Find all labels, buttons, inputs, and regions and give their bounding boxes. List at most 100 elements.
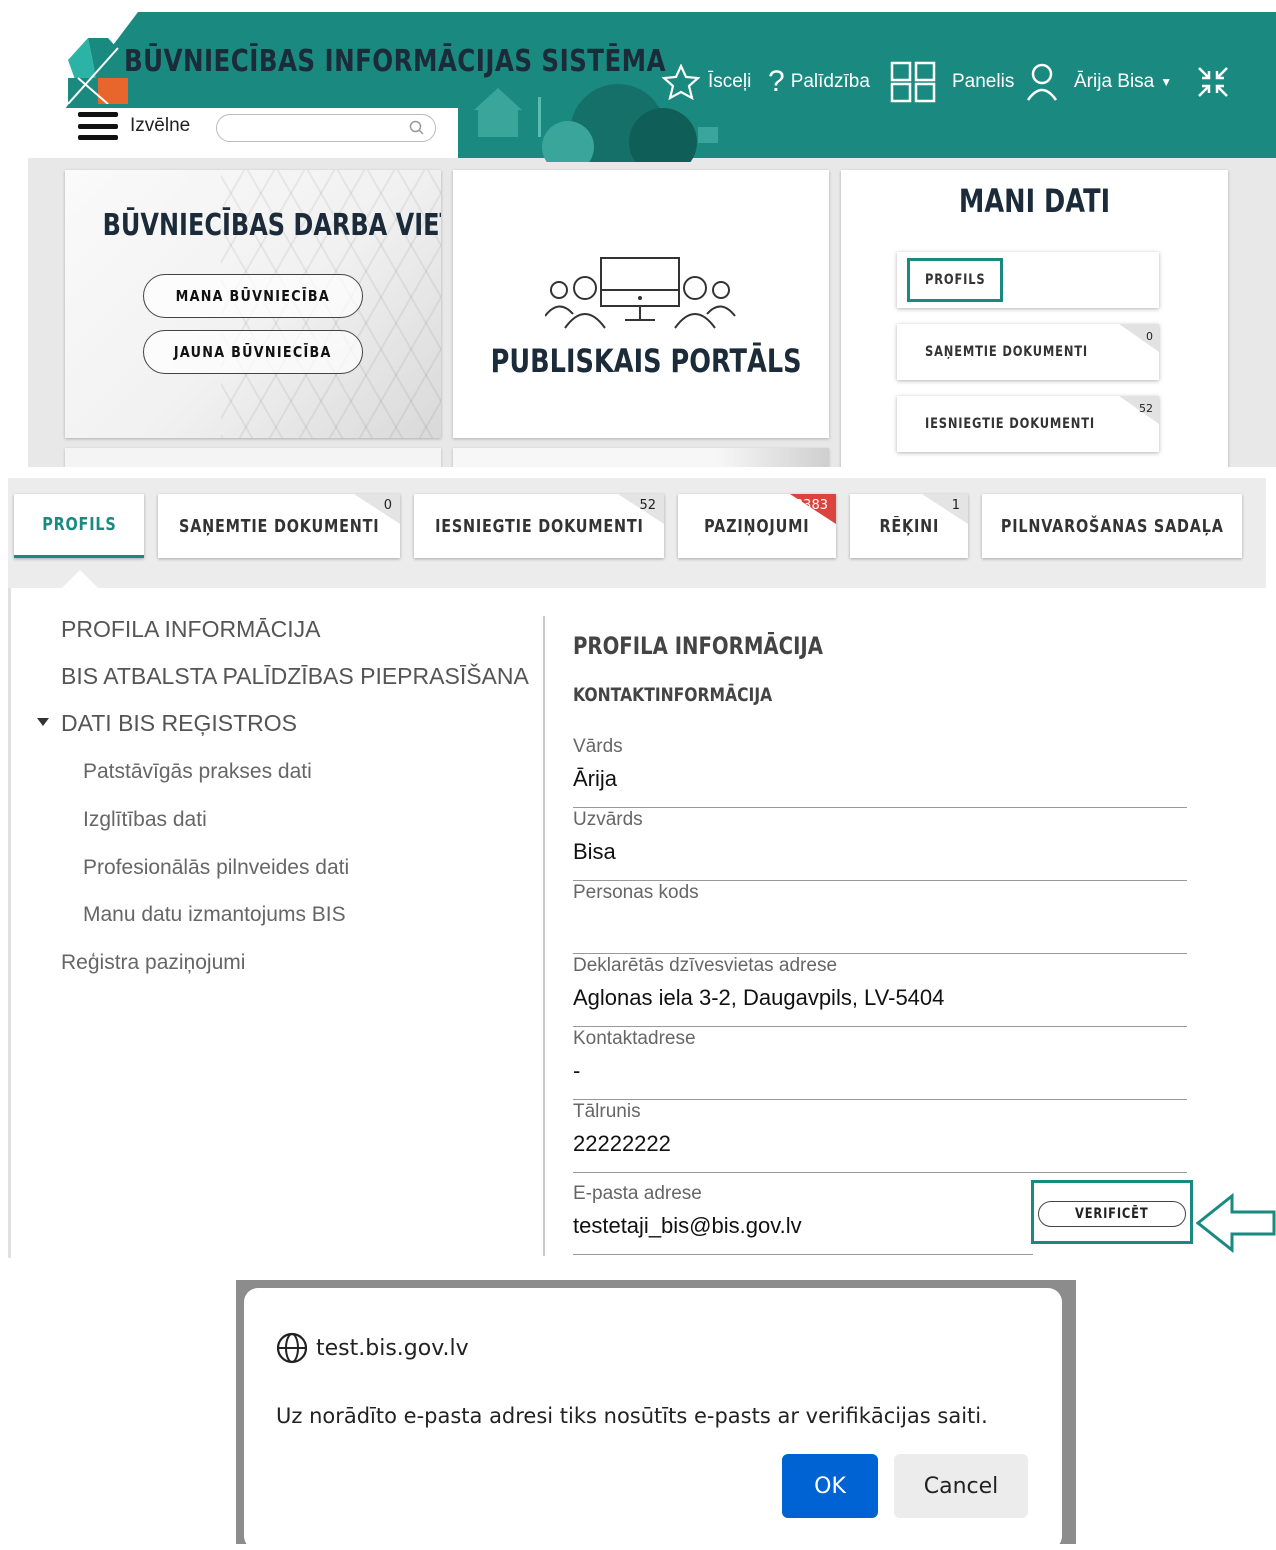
tabs-bar: PROFILS 0 SAŅEMTIE DOKUMENTI 52 IESNIEGT… xyxy=(8,478,1266,588)
verify-label: VERIFICĒT xyxy=(1075,1206,1149,1222)
tab-count: 52 xyxy=(639,498,656,513)
pointer-arrow-icon xyxy=(1196,1192,1276,1254)
menu-label: Izvēlne xyxy=(130,115,191,136)
construction-workplace-card: BŪVNIECĪBAS DARBA VIETA MANA BŪVNIECĪBA … xyxy=(65,170,441,438)
nav-bis-registers-data[interactable]: DATI BIS REĢISTROS xyxy=(37,710,297,737)
collapse-button[interactable] xyxy=(1196,64,1238,100)
last-name-field[interactable]: Uzvārds Bisa xyxy=(573,809,1187,881)
tab-submitted-documents[interactable]: 52 IESNIEGTIE DOKUMENTI xyxy=(414,494,664,558)
my-data-submitted-docs-link[interactable]: 52 IESNIEGTIE DOKUMENTI xyxy=(897,396,1159,452)
nav-label: DATI BIS REĢISTROS xyxy=(61,710,297,736)
field-value: Ārija xyxy=(573,766,618,791)
received-docs-label: SAŅEMTIE DOKUMENTI xyxy=(925,344,1089,360)
ok-button[interactable]: OK xyxy=(782,1454,878,1518)
menu-button[interactable]: Izvēlne xyxy=(78,112,190,140)
new-construction-button[interactable]: JAUNA BŪVNIECĪBA xyxy=(143,330,363,374)
tab-label: RĒĶINI xyxy=(879,515,939,537)
field-value: Bisa xyxy=(573,839,616,864)
public-portal-icon xyxy=(545,257,736,329)
dialog-origin-text: test.bis.gov.lv xyxy=(316,1335,469,1361)
star-icon xyxy=(662,64,700,100)
field-value: testetaji_bis@bis.gov.lv xyxy=(573,1213,802,1238)
tab-notifications[interactable]: 3383 PAZIŅOJUMI xyxy=(678,494,836,558)
submitted-docs-label: IESNIEGTIE DOKUMENTI xyxy=(925,416,1095,432)
user-menu[interactable]: Ārija Bisa ▼ xyxy=(1026,63,1173,101)
new-construction-label: JAUNA BŪVNIECĪBA xyxy=(174,343,332,361)
my-data-title: MANI DATI xyxy=(958,182,1111,220)
chevron-down-icon: ▼ xyxy=(1160,75,1173,89)
public-portal-card[interactable]: PUBLISKAIS PORTĀLS xyxy=(453,170,829,438)
help-link[interactable]: ? Palīdzība xyxy=(768,64,870,100)
email-field[interactable]: E-pasta adrese testetaji_bis@bis.gov.lv xyxy=(573,1183,1033,1255)
personal-code-field[interactable]: Personas kods xyxy=(573,882,1187,954)
my-construction-button[interactable]: MANA BŪVNIECĪBA xyxy=(143,274,363,318)
field-label: Personas kods xyxy=(573,882,699,903)
partial-card xyxy=(65,448,441,467)
partial-card xyxy=(453,448,829,467)
declared-address-field[interactable]: Deklarētās dzīvesvietas adrese Aglonas i… xyxy=(573,955,1187,1027)
site-title[interactable]: BŪVNIECĪBAS INFORMĀCIJAS SISTĒMA xyxy=(124,44,666,79)
dialog-backdrop: test.bis.gov.lv Uz norādīto e-pasta adre… xyxy=(236,1280,1076,1550)
tab-label: PILNVAROŠANAS SADAĻA xyxy=(1000,515,1224,537)
tab-received-documents[interactable]: 0 SAŅEMTIE DOKUMENTI xyxy=(158,494,400,558)
tab-count: 3383 xyxy=(794,498,828,513)
first-name-field[interactable]: Vārds Ārija xyxy=(573,736,1187,808)
received-count: 0 xyxy=(1146,330,1153,343)
shortcuts-label: Īsceļi xyxy=(708,71,752,92)
site-header: BŪVNIECĪBAS INFORMĀCIJAS SISTĒMA Īsceļi … xyxy=(28,12,1276,162)
workplace-title: BŪVNIECĪBAS DARBA VIETA xyxy=(102,208,441,243)
nav-professional-development[interactable]: Profesionālās pilnveides dati xyxy=(83,856,349,880)
field-label: Kontaktadrese xyxy=(573,1028,696,1049)
panel-link[interactable]: Panelis xyxy=(890,61,1015,103)
nav-bis-support-request[interactable]: BIS ATBALSTA PALĪDZĪBAS PIEPRASĪŠANA xyxy=(61,663,529,690)
nav-registry-notices[interactable]: Reģistra paziņojumi xyxy=(61,951,245,975)
portal-title: PUBLISKAIS PORTĀLS xyxy=(490,342,802,380)
my-data-profile-link[interactable]: PROFILS xyxy=(897,252,1159,308)
search-input[interactable] xyxy=(216,114,436,142)
nav-education-data[interactable]: Izglītības dati xyxy=(83,808,207,832)
nav-profile-info[interactable]: PROFILA INFORMĀCIJA xyxy=(61,616,320,643)
field-label: Vārds xyxy=(573,736,623,757)
vertical-divider xyxy=(543,616,545,1256)
my-construction-label: MANA BŪVNIECĪBA xyxy=(175,287,331,305)
my-data-card: MANI DATI PROFILS 0 SAŅEMTIE DOKUMENTI 5… xyxy=(841,170,1228,467)
dialog-origin: test.bis.gov.lv xyxy=(276,1332,469,1364)
bis-logo-icon xyxy=(68,38,128,104)
field-value: - xyxy=(573,1058,581,1083)
contact-address-field[interactable]: Kontaktadrese - xyxy=(573,1028,1187,1100)
field-label: E-pasta adrese xyxy=(573,1183,702,1204)
tab-label: IESNIEGTIE DOKUMENTI xyxy=(434,515,644,537)
shortcuts-link[interactable]: Īsceļi xyxy=(662,64,751,100)
nav-data-usage[interactable]: Manu datu izmantojums BIS xyxy=(83,903,346,927)
tab-invoices[interactable]: 1 RĒĶINI xyxy=(850,494,968,558)
tab-label: SAŅEMTIE DOKUMENTI xyxy=(178,515,380,537)
field-label: Deklarētās dzīvesvietas adrese xyxy=(573,955,838,976)
verify-button[interactable]: VERIFICĒT xyxy=(1038,1201,1186,1227)
tab-label: PROFILS xyxy=(41,514,117,535)
phone-field[interactable]: Tālrunis 22222222 xyxy=(573,1101,1187,1173)
submitted-count: 52 xyxy=(1139,402,1153,415)
collapse-arrows-icon xyxy=(1198,67,1228,97)
count-corner xyxy=(1119,324,1159,352)
confirm-dialog: test.bis.gov.lv Uz norādīto e-pasta adre… xyxy=(244,1288,1062,1550)
profile-body: PROFILA INFORMĀCIJA BIS ATBALSTA PALĪDZĪ… xyxy=(8,588,1266,1258)
dashboard-grid-icon xyxy=(890,61,936,103)
my-data-received-docs-link[interactable]: 0 SAŅEMTIE DOKUMENTI xyxy=(897,324,1159,380)
tab-profile[interactable]: PROFILS xyxy=(14,494,144,558)
active-tab-pointer xyxy=(62,570,98,588)
nav-independent-practice[interactable]: Patstāvīgās prakses dati xyxy=(83,760,312,784)
field-value: Aglonas iela 3-2, Daugavpils, LV-5404 xyxy=(573,985,945,1010)
tab-label: PAZIŅOJUMI xyxy=(704,515,810,537)
user-name: Ārija Bisa xyxy=(1074,71,1155,92)
help-label: Palīdzība xyxy=(790,71,870,92)
cancel-button[interactable]: Cancel xyxy=(894,1454,1028,1518)
verify-highlight-box: VERIFICĒT xyxy=(1031,1180,1193,1244)
profile-info-heading: PROFILA INFORMĀCIJA xyxy=(573,632,823,660)
panel-label: Panelis xyxy=(952,71,1015,92)
caret-down-icon xyxy=(37,718,49,726)
help-icon: ? xyxy=(768,65,785,98)
contact-info-heading: KONTAKTINFORMĀCIJA xyxy=(573,684,773,706)
search-icon xyxy=(409,120,424,135)
tab-authorization-section[interactable]: PILNVAROŠANAS SADAĻA xyxy=(982,494,1242,558)
tab-count: 1 xyxy=(951,498,960,513)
